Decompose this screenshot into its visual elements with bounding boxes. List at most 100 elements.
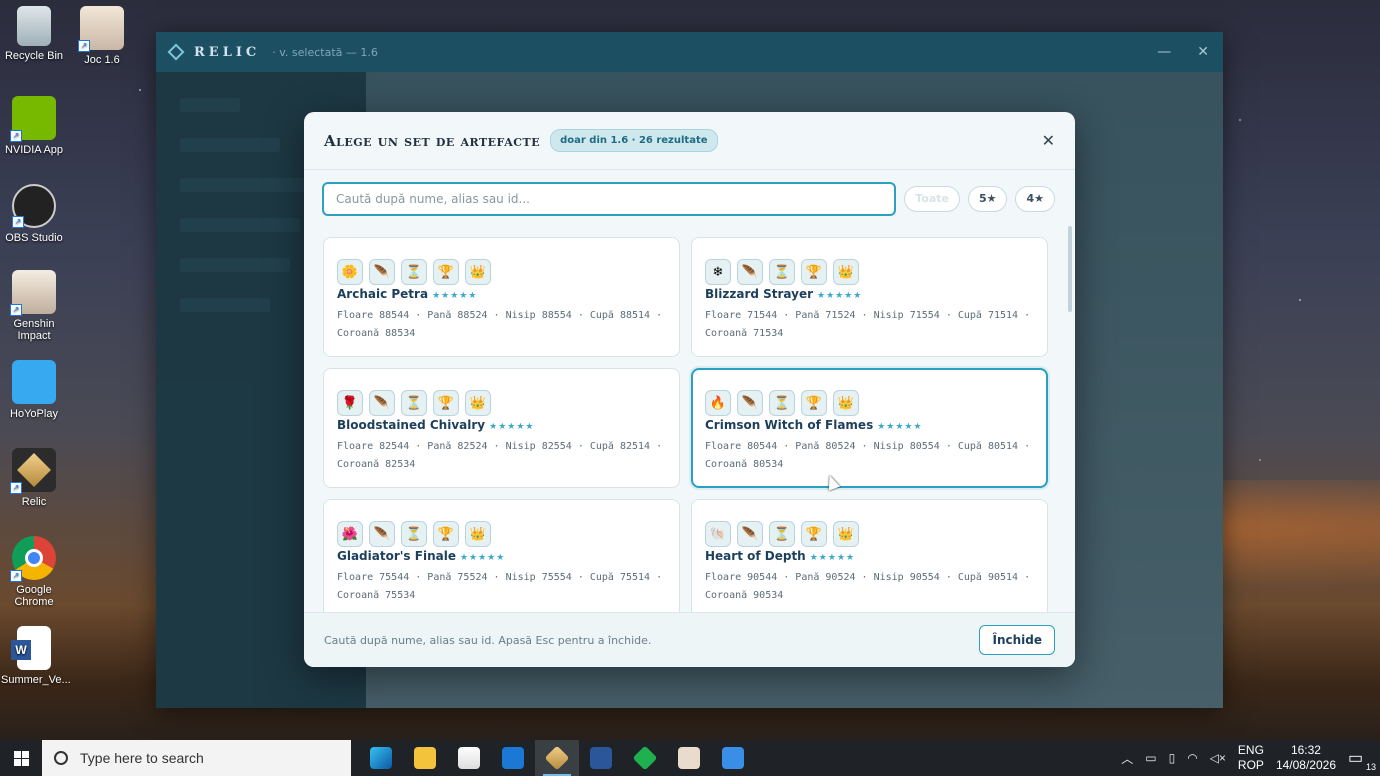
artifact-set-card[interactable]: 🌺 🪶 ⏳ 🏆 👑 Gladiator's Finale ★★★★★ Floare 75544…	[323, 499, 680, 614]
artifact-piece-icon: 👑	[465, 390, 491, 416]
taskbar-app-file-explorer[interactable]	[403, 740, 447, 776]
rarity-stars: ★★★★★	[877, 422, 923, 432]
search-input[interactable]	[322, 181, 897, 216]
artifact-ids-line: Coroană 82534	[337, 459, 416, 470]
rarity-stars: ★★★★★	[809, 553, 856, 563]
rarity-stars: ★★★★★	[459, 553, 506, 563]
wifi-icon[interactable]: ◠	[1187, 751, 1197, 765]
artifact-set-ids: Floare 80544 · Pană 80524 · Nisip 80554 …	[705, 438, 1034, 474]
taskbar-search-placeholder: Type here to search	[80, 750, 204, 766]
clock-time: 16:32	[1290, 743, 1321, 757]
list-scrollbar[interactable]	[1068, 226, 1072, 312]
artifact-piece-icon: 🪶	[369, 390, 395, 416]
store-icon	[458, 747, 480, 769]
taskbar-app-photos[interactable]	[711, 740, 755, 776]
filter-4-star[interactable]: 4★	[1015, 185, 1055, 212]
results-badge: doar din 1.6 · 26 rezultate	[550, 129, 718, 152]
artifact-piece-icon: ⏳	[769, 259, 795, 285]
relic-icon: ↗	[10, 448, 56, 494]
windows-logo-icon	[13, 750, 29, 766]
desktop-icon-genshin[interactable]: ↗ Genshin Impact	[1, 270, 67, 342]
artifact-set-card[interactable]: 🔥 🪶 ⏳ 🏆 👑 Crimson Witch of Flames ★★★★★ Floare …	[691, 368, 1048, 488]
taskbar: Type here to search ︿ ▭ ▯ ◠ ◁× ENG ROP 1…	[0, 740, 1380, 776]
language-code: ENG	[1237, 743, 1264, 757]
artifact-piece-icon: ⏳	[769, 521, 795, 547]
desktop-icon-hoyoplay[interactable]: HoYoPlay	[1, 360, 67, 420]
window-close-button[interactable]: ✕	[1197, 44, 1209, 60]
artifact-piece-icon: ⏳	[769, 390, 795, 416]
artifact-piece-icon: 🔥	[705, 390, 731, 416]
taskbar-app-word[interactable]	[579, 740, 623, 776]
artifact-ids-line: Floare 90544 · Pană 90524 · Nisip 90554 …	[705, 572, 1031, 583]
artifact-set-ids: Floare 88544 · Pană 88524 · Nisip 88554 …	[337, 307, 666, 343]
chevron-up-icon[interactable]: ︿	[1121, 750, 1133, 767]
taskbar-app-store[interactable]	[447, 740, 491, 776]
footer-hint: Caută după nume, alias sau id. Apasă Esc…	[324, 633, 652, 647]
recycle-bin-icon	[17, 6, 51, 46]
dialog-header: Alege un set de artefacte doar din 1.6 ·…	[304, 112, 1075, 170]
start-button[interactable]	[0, 740, 42, 776]
artifact-ids-line: Floare 88544 · Pană 88524 · Nisip 88554 …	[337, 310, 663, 321]
artifact-set-name: Heart of Depth	[705, 549, 806, 563]
desktop-icon-label: Google Chrome	[14, 584, 54, 608]
desktop-icon-label: Genshin Impact	[13, 318, 55, 342]
network-icon[interactable]: ▭	[1145, 751, 1156, 765]
desktop-icon-label: HoYoPlay	[10, 408, 58, 420]
desktop-icon-joc[interactable]: ↗ Joc 1.6	[69, 6, 135, 66]
taskbar-app-edge[interactable]	[359, 740, 403, 776]
artifact-piece-icon: 👑	[833, 390, 859, 416]
desktop-icon-document[interactable]: W Summer_Ve...	[1, 626, 71, 686]
filter-5-star[interactable]: 5★	[967, 185, 1008, 212]
language-indicator[interactable]: ENG ROP	[1238, 743, 1264, 773]
relic-logo-icon	[167, 43, 185, 61]
desktop-icon-relic[interactable]: ↗ Relic	[1, 448, 67, 508]
artifact-set-card[interactable]: ❄ 🪶 ⏳ 🏆 👑 Blizzard Strayer ★★★★★ Floare 71544 ·…	[691, 237, 1048, 357]
taskbar-app-outlook[interactable]	[491, 740, 535, 776]
taskbar-search[interactable]: Type here to search	[42, 740, 351, 776]
artifact-piece-icon: ⏳	[401, 521, 427, 547]
desktop-icon-recycle-bin[interactable]: Recycle Bin	[1, 6, 67, 62]
app-version-label: · v. selectată — 1.6	[272, 45, 378, 59]
artifact-piece-icons: 🌼 🪶 ⏳ 🏆 👑	[337, 259, 666, 285]
artifact-ids-line: Coroană 75534	[337, 590, 416, 601]
artifact-piece-icon: 🏆	[801, 521, 827, 547]
desktop-icon-label: Relic	[21, 496, 47, 508]
artifact-piece-icon: 🪶	[369, 259, 395, 285]
battery-icon[interactable]: ▯	[1169, 751, 1176, 765]
artifact-set-card[interactable]: 🌼 🪶 ⏳ 🏆 👑 Archaic Petra ★★★★★ Floare 88544 · Pa…	[323, 237, 680, 357]
desktop-icon-label: Joc 1.6	[84, 54, 120, 66]
artifact-ids-line: Coroană 80534	[705, 459, 784, 470]
desktop-icon-label: Summer_Ve...	[1, 674, 71, 686]
artifact-ids-line: Floare 75544 · Pană 75524 · Nisip 75554 …	[337, 572, 663, 583]
artifact-set-card[interactable]: 🌹 🪶 ⏳ 🏆 👑 Bloodstained Chivalry ★★★★★ Floare 82…	[323, 368, 680, 488]
artifact-piece-icon: 👑	[833, 521, 859, 547]
artifact-ids-line: Floare 80544 · Pană 80524 · Nisip 80554 …	[705, 441, 1031, 452]
clock[interactable]: 16:32 14/08/2026	[1276, 743, 1336, 773]
close-button[interactable]: Închide	[979, 625, 1055, 655]
volume-muted-icon[interactable]: ◁×	[1210, 751, 1226, 765]
artifact-set-name: Archaic Petra	[337, 287, 429, 301]
desktop-icon-obs[interactable]: ↗ OBS Studio	[1, 184, 67, 244]
edge-icon	[370, 747, 392, 769]
artifact-piece-icons: ❄ 🪶 ⏳ 🏆 👑	[705, 259, 1034, 285]
desktop-icon-chrome[interactable]: ↗ Google Chrome	[1, 536, 67, 608]
artifact-piece-icon: 🏆	[433, 390, 459, 416]
system-tray: ︿ ▭ ▯ ◠ ◁× ENG ROP 16:32 14/08/2026 ▭ 13	[1121, 743, 1380, 773]
minimize-button[interactable]: —	[1157, 44, 1171, 60]
notification-center-button[interactable]: ▭ 13	[1348, 748, 1376, 772]
desktop-icon-nvidia[interactable]: ↗ NVIDIA App	[1, 96, 67, 156]
dialog-close-icon[interactable]: ✕	[1042, 131, 1055, 150]
taskbar-app-app-green[interactable]	[623, 740, 667, 776]
artifact-set-name: Crimson Witch of Flames	[705, 418, 874, 432]
artifact-ids-line: Floare 71544 · Pană 71524 · Nisip 71554 …	[705, 310, 1031, 321]
filter-all[interactable]: Toate	[904, 185, 960, 212]
game-shortcut-icon: ↗	[78, 6, 124, 52]
taskbar-app-genshin[interactable]	[667, 740, 711, 776]
artifact-set-card[interactable]: 🐚 🪶 ⏳ 🏆 👑 Heart of Depth ★★★★★ Floare 90544 · P…	[691, 499, 1048, 614]
artifact-piece-icons: 🌹 🪶 ⏳ 🏆 👑	[337, 390, 666, 416]
artifact-set-ids: Floare 75544 · Pană 75524 · Nisip 75554 …	[337, 569, 666, 605]
taskbar-app-relic[interactable]	[535, 740, 579, 776]
rarity-stars: ★★★★★	[432, 291, 478, 301]
word-icon	[590, 747, 612, 769]
dialog-footer: Caută după nume, alias sau id. Apasă Esc…	[304, 612, 1075, 667]
